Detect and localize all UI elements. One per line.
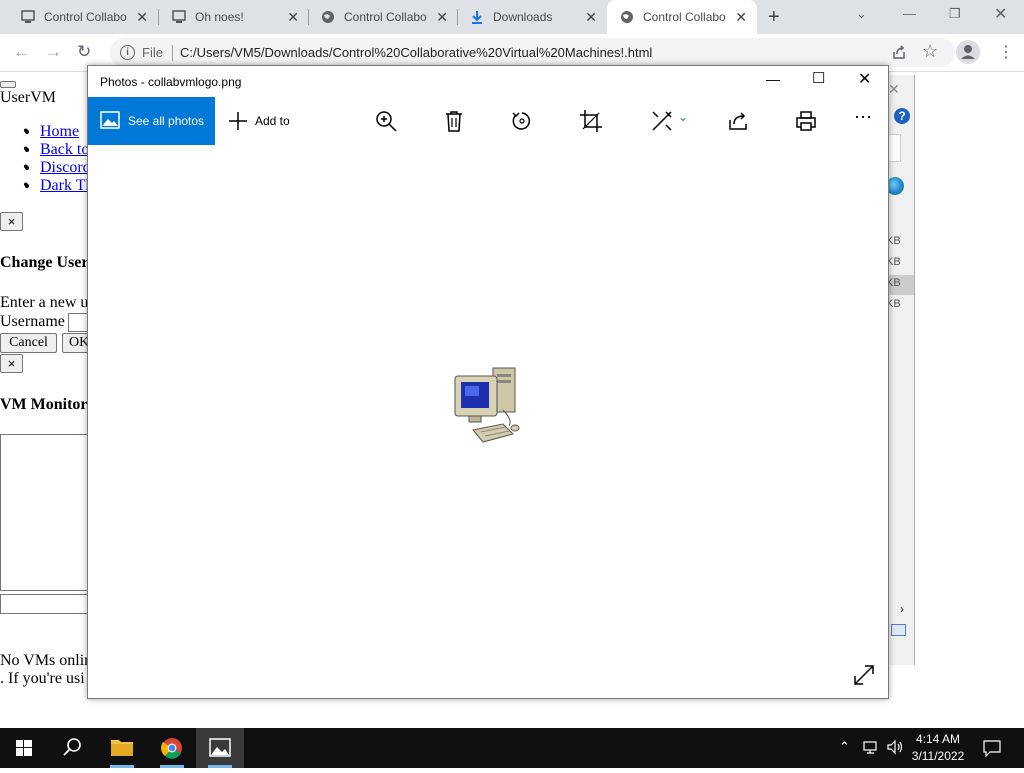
photos-app-icon[interactable] [196,728,244,768]
add-to-label[interactable]: Add to [255,114,290,128]
print-icon[interactable] [794,109,818,133]
chevron-down-icon[interactable]: ⌄ [678,110,702,134]
tab-title: Downloads [493,10,553,24]
address-bar[interactable]: i File C:/Users/VM5/Downloads/Control%20… [110,38,955,67]
more-options-icon[interactable]: ⋯ [854,107,878,131]
globe-icon [619,9,635,25]
nav-item: Discord [23,159,91,177]
url-separator [172,45,173,61]
tab-strip: Control Collabo ✕ Oh noes! ✕ Control Col… [0,0,1024,34]
url-text[interactable]: C:/Users/VM5/Downloads/Control%20Collabo… [180,45,652,60]
close-x-button-2[interactable]: × [0,354,23,373]
tab-title: Oh noes! [195,10,244,24]
star-icon[interactable]: ☆ [922,41,938,62]
info-icon[interactable]: i [120,45,135,60]
collabvm-favicon-icon [171,9,187,25]
delete-icon[interactable] [442,109,466,133]
taskbar: ⌃ 4:14 AM 3/11/2022 [0,728,1024,768]
edit-create-icon[interactable] [650,109,674,133]
username-label: Username [0,313,65,330]
share-icon[interactable] [890,43,908,66]
back-icon[interactable]: ← [13,42,30,62]
photos-maximize-icon[interactable]: ☐ [812,69,825,87]
nav-item: Back to [23,141,89,159]
minimize-icon[interactable]: — [903,6,916,21]
scheme-label: File [142,45,163,60]
fullscreen-expand-icon[interactable] [853,664,875,691]
nav-item: Dark Th [23,177,94,195]
site-title: UserVM [0,89,56,106]
photos-close-icon[interactable]: ✕ [858,69,871,89]
photos-command-bar: See all photos Add to ⌄ ⋯ [88,97,888,145]
vm-monitor-input[interactable] [0,594,91,614]
cancel-button[interactable]: Cancel [0,333,57,353]
photos-minimize-icon[interactable]: — [766,71,780,87]
chrome-icon[interactable] [148,728,196,768]
clock-time[interactable]: 4:14 AM [906,732,970,746]
tab-close-icon[interactable]: ✕ [287,9,299,25]
nav-link-dark-theme[interactable]: Dark Th [40,177,93,194]
hamburger-button[interactable] [0,81,16,88]
tab-close-icon[interactable]: ✕ [735,9,747,25]
background-window: ✕ ? KB KB KB KB › [886,75,915,665]
tab-title: Control Collabo [643,10,726,24]
details-view-icon[interactable] [891,624,906,636]
file-explorer-icon[interactable] [98,728,146,768]
bg-close-icon[interactable]: ✕ [888,81,900,98]
notifications-icon[interactable] [983,739,1001,762]
if-using-text: . If you're usi [0,670,85,687]
zoom-in-icon[interactable] [374,109,398,133]
tab-3[interactable]: Control Collabo ✕ [300,0,458,34]
nav-item: Home [23,123,79,141]
tab-search-icon[interactable]: ⌄ [856,6,867,22]
download-icon [469,9,485,25]
nav-link-home[interactable]: Home [40,123,79,140]
restore-icon[interactable]: ❐ [949,6,961,22]
vm-monitor-heading: VM Monitor [0,396,88,413]
photos-window-title: Photos - collabvmlogo.png [100,75,242,89]
new-tab-button[interactable]: + [768,7,780,27]
no-vms-text: No VMs onlin [0,652,93,669]
computer-icon [451,362,525,448]
tab-title: Control Collabo [344,10,427,24]
close-x-button[interactable]: × [0,212,23,231]
volume-icon[interactable] [886,739,904,760]
start-button[interactable] [0,728,48,768]
profile-avatar-icon[interactable] [956,40,980,64]
enter-new-text: Enter a new u [0,294,89,311]
close-icon[interactable]: ✕ [994,4,1007,24]
nav-link-discord[interactable]: Discord [40,159,91,176]
clock-date[interactable]: 3/11/2022 [906,749,970,763]
photos-window: Photos - collabvmlogo.png — ☐ ✕ See all … [87,65,889,699]
rotate-icon[interactable] [510,109,534,133]
kebab-menu-icon[interactable]: ⋮ [998,42,1014,62]
help-icon[interactable]: ? [894,108,910,124]
tab-1[interactable]: Control Collabo ✕ [0,0,158,34]
chevron-up-icon[interactable]: ⌃ [839,739,850,755]
share-icon[interactable] [726,109,750,133]
photos-gallery-icon [100,111,120,134]
reload-icon[interactable]: ↻ [77,42,91,62]
tab-close-icon[interactable]: ✕ [585,9,597,25]
search-icon[interactable] [48,728,96,768]
see-all-photos-label: See all photos [128,114,205,128]
add-icon[interactable] [227,110,249,137]
crop-icon[interactable] [579,109,603,133]
tab-close-icon[interactable]: ✕ [136,9,148,25]
network-icon[interactable] [862,740,880,761]
tab-2[interactable]: Oh noes! ✕ [151,0,309,34]
globe-icon [320,9,336,25]
tab-title: Control Collabo [44,10,127,24]
tab-4[interactable]: Downloads ✕ [449,0,607,34]
forward-icon[interactable]: → [45,42,62,62]
vm-monitor-textarea[interactable] [0,434,91,591]
tab-5-active[interactable]: Control Collabo ✕ [607,0,757,34]
scroll-right-icon[interactable]: › [900,602,904,616]
change-username-heading: Change User [0,254,89,271]
see-all-photos-button[interactable]: See all photos [88,97,215,145]
nav-link-back[interactable]: Back to [40,141,89,158]
tab-close-icon[interactable]: ✕ [436,9,448,25]
collabvm-favicon-icon [20,9,36,25]
